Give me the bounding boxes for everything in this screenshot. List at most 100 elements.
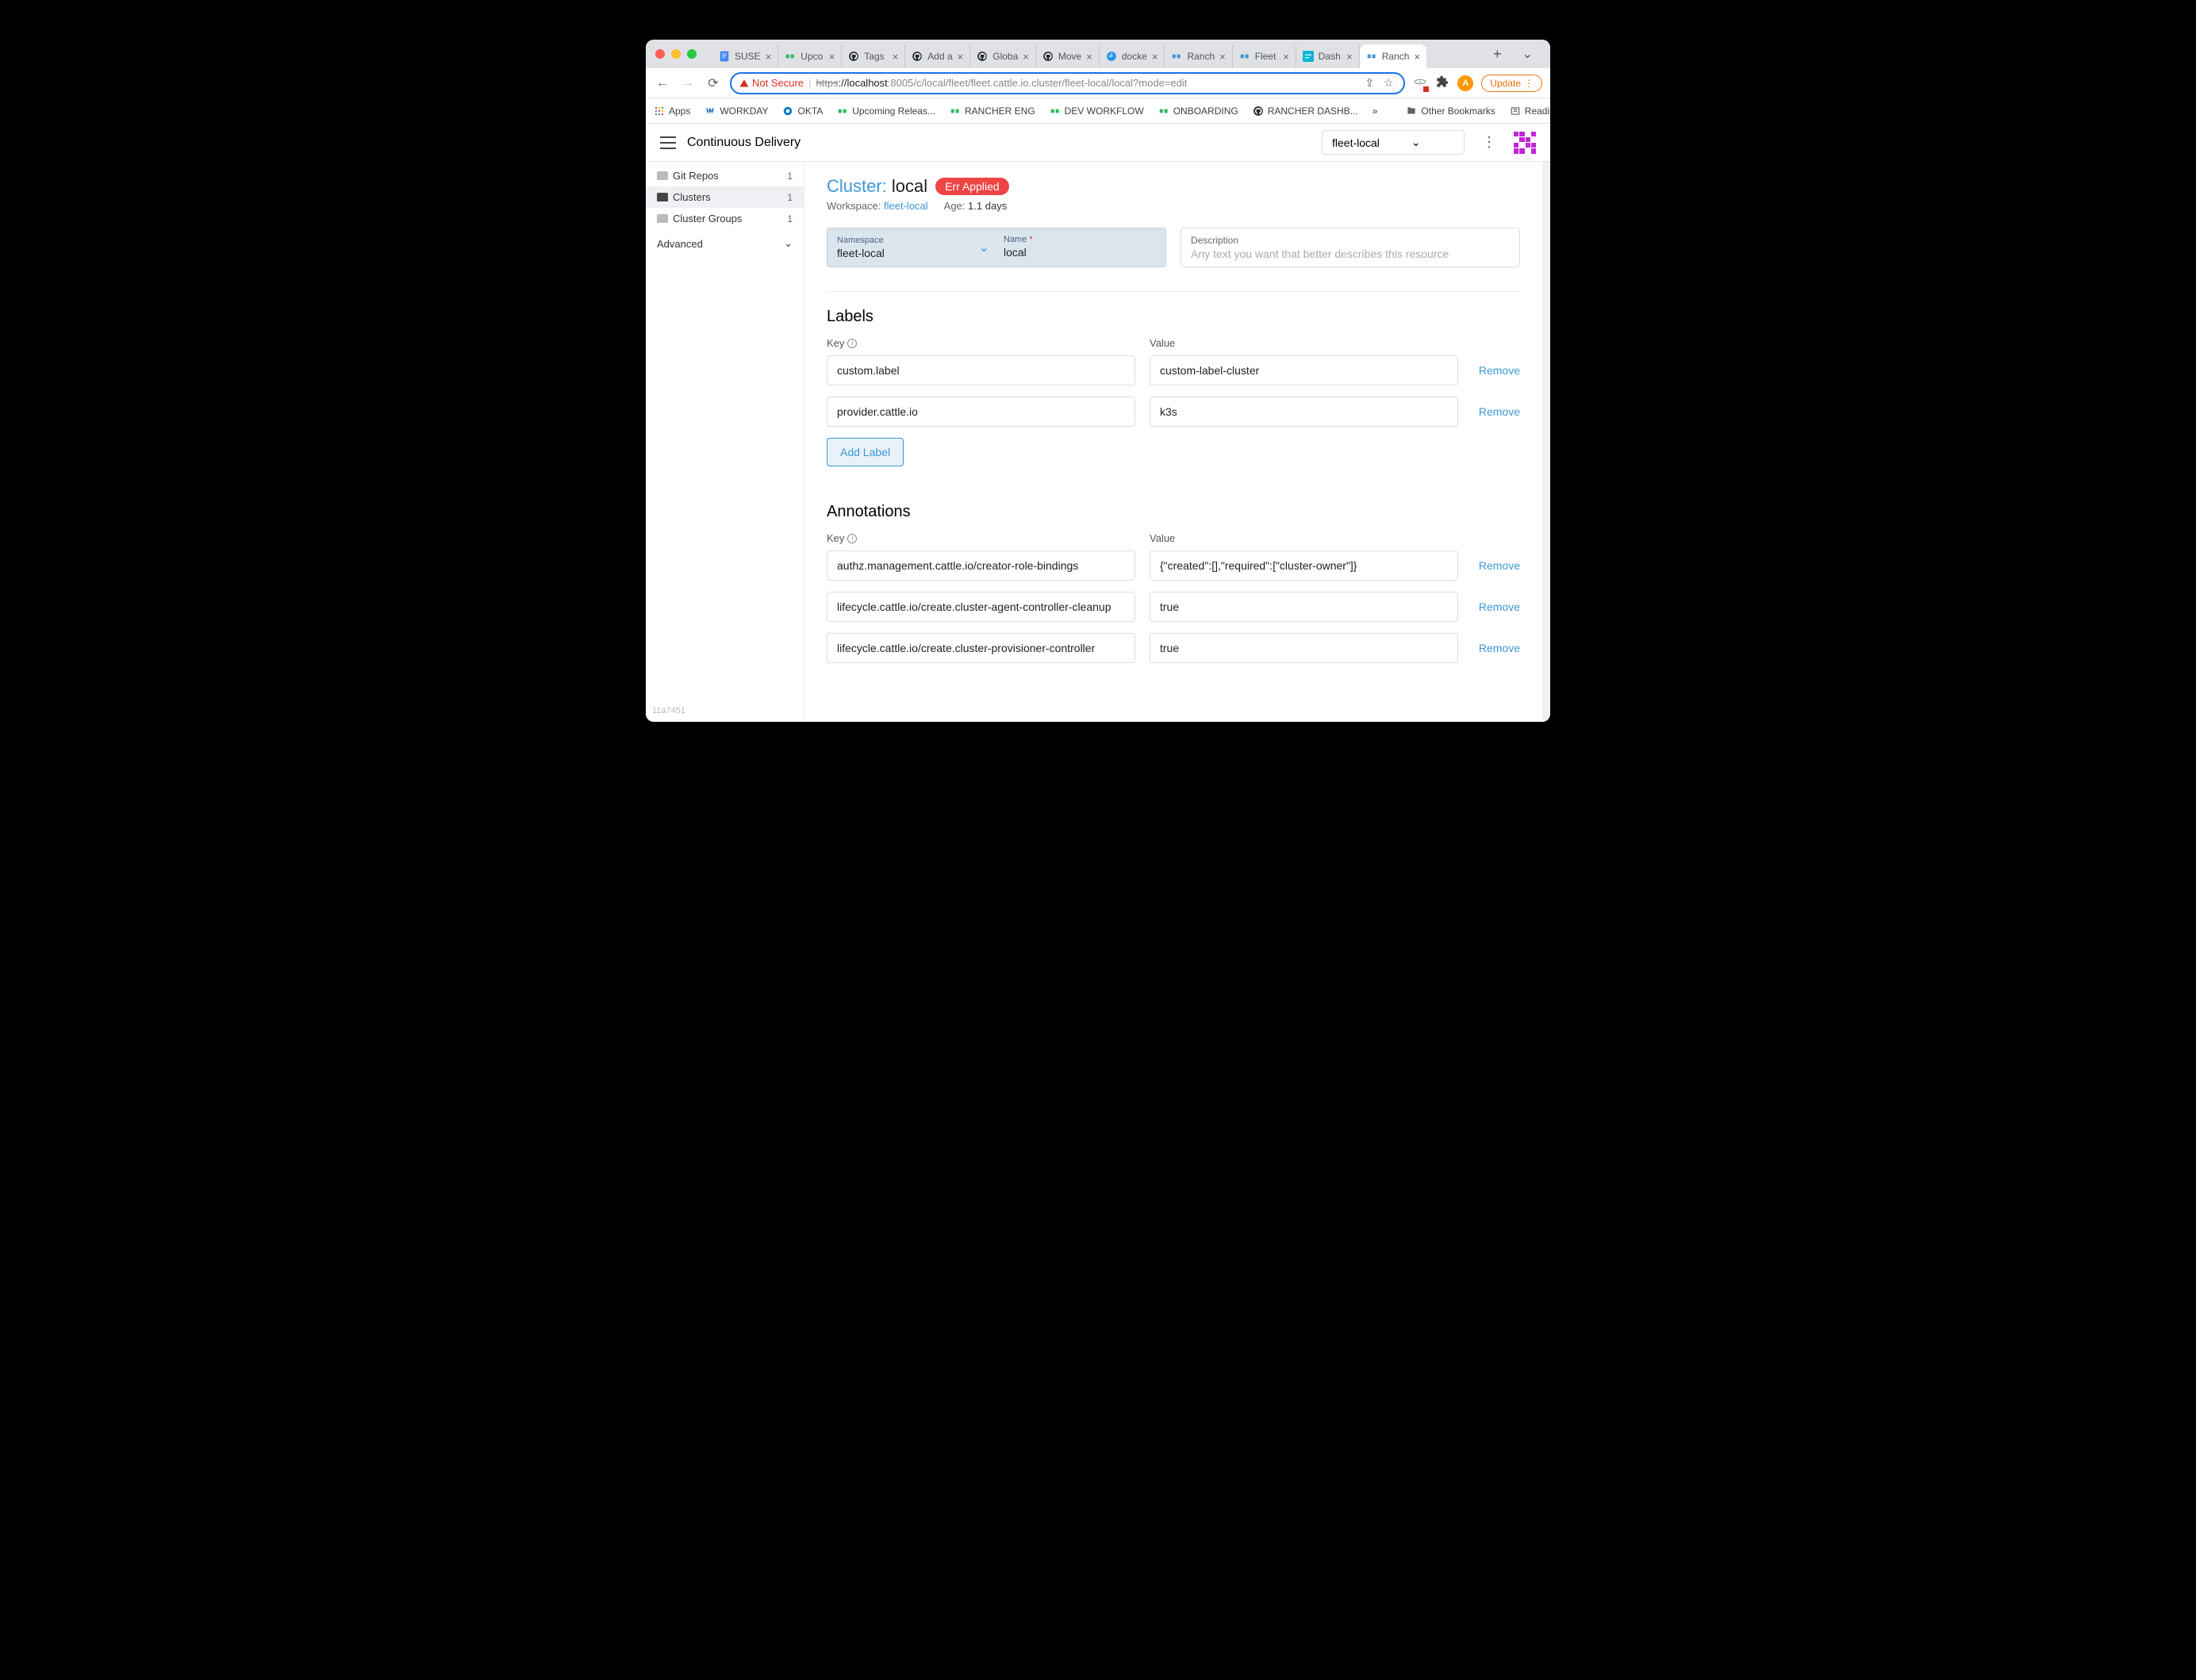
maximize-window-icon[interactable]: [687, 49, 697, 59]
browser-tab[interactable]: Move×: [1036, 44, 1100, 68]
bookmark-label: Apps: [669, 105, 690, 117]
tab-title: Upco: [800, 51, 824, 62]
info-icon[interactable]: i: [847, 339, 857, 348]
remove-button[interactable]: Remove: [1472, 405, 1520, 418]
reload-button[interactable]: ⟳: [704, 75, 722, 91]
hamburger-icon[interactable]: [660, 136, 676, 149]
browser-tab[interactable]: docke×: [1100, 44, 1165, 68]
close-tab-icon[interactable]: ×: [893, 51, 899, 63]
remove-button[interactable]: Remove: [1472, 559, 1520, 572]
bookmarks-overflow[interactable]: »: [1372, 105, 1378, 117]
browser-tab[interactable]: Ranch×: [1165, 44, 1232, 68]
bookmark-item[interactable]: RANCHER DASHB...: [1253, 105, 1358, 117]
key-input[interactable]: [827, 355, 1135, 385]
close-tab-icon[interactable]: ×: [1023, 51, 1029, 63]
bookmark-item[interactable]: Apps: [654, 105, 690, 117]
browser-tab[interactable]: Globa×: [970, 44, 1036, 68]
sidebar-advanced[interactable]: Advanced ⌄: [646, 229, 804, 255]
bookmark-label: RANCHER DASHB...: [1268, 105, 1358, 117]
close-tab-icon[interactable]: ×: [1346, 51, 1353, 63]
add-label-button[interactable]: Add Label: [827, 438, 904, 466]
new-tab-button[interactable]: +: [1487, 46, 1508, 63]
extensions-icon[interactable]: [1435, 75, 1449, 90]
value-input[interactable]: [1150, 550, 1458, 581]
bookmark-item[interactable]: WORKDAY: [704, 105, 768, 117]
namespace-field[interactable]: Namespace fleet-local ⌄: [837, 235, 989, 260]
breadcrumb[interactable]: Cluster:: [827, 176, 887, 196]
header-kebab-menu[interactable]: ⋮: [1476, 134, 1503, 151]
bookmark-item[interactable]: Upcoming Releas...: [837, 105, 935, 117]
form-row-basic: Namespace fleet-local ⌄ Name * local Des…: [827, 228, 1520, 267]
namespace-name-field: Namespace fleet-local ⌄ Name * local: [827, 228, 1166, 267]
browser-tab[interactable]: Fleet ×: [1233, 44, 1296, 68]
namespace-dropdown[interactable]: fleet-local ⌄: [1322, 130, 1465, 155]
tab-title: Fleet: [1255, 51, 1278, 62]
info-icon[interactable]: i: [847, 534, 857, 543]
key-input[interactable]: [827, 397, 1135, 427]
remove-button[interactable]: Remove: [1472, 364, 1520, 377]
sidebar-item[interactable]: Git Repos1: [646, 165, 804, 186]
close-window-icon[interactable]: [655, 49, 665, 59]
build-hash: 11a7451: [652, 706, 685, 715]
browser-tab[interactable]: Tags ×: [842, 44, 905, 68]
close-tab-icon[interactable]: ×: [1283, 51, 1289, 63]
back-button[interactable]: ←: [654, 76, 671, 90]
browser-tab[interactable]: Upco ×: [778, 44, 842, 68]
tabs-overflow-button[interactable]: ⌄: [1515, 46, 1541, 62]
close-tab-icon[interactable]: ×: [766, 51, 772, 63]
scrollbar[interactable]: [1542, 162, 1550, 722]
name-field[interactable]: Name * local: [1004, 235, 1156, 260]
close-tab-icon[interactable]: ×: [1414, 51, 1420, 63]
browser-tab[interactable]: Ranch ×: [1360, 44, 1426, 68]
star-icon[interactable]: ☆: [1381, 76, 1396, 90]
close-tab-icon[interactable]: ×: [1086, 51, 1092, 63]
remove-button[interactable]: Remove: [1472, 600, 1520, 613]
reading-list[interactable]: Reading List: [1510, 105, 1550, 117]
other-bookmarks[interactable]: Other Bookmarks: [1406, 105, 1495, 117]
react-devtools-icon[interactable]: [1413, 75, 1427, 90]
rancher-blue-icon: [1171, 51, 1182, 62]
rancher-green-icon: [950, 105, 961, 117]
value-input[interactable]: [1150, 592, 1458, 622]
close-tab-icon[interactable]: ×: [1152, 51, 1158, 63]
sidebar-item[interactable]: Clusters1: [646, 186, 804, 208]
close-tab-icon[interactable]: ×: [958, 51, 964, 63]
key-input[interactable]: [827, 550, 1135, 581]
profile-avatar[interactable]: A: [1457, 75, 1473, 91]
workday-icon: [704, 105, 716, 117]
close-tab-icon[interactable]: ×: [1219, 51, 1226, 63]
rancher-green-icon: [837, 105, 848, 117]
annotations-headers: Key i Value: [827, 532, 1520, 544]
url-field[interactable]: Not Secure | https://localhost:8005/c/lo…: [730, 72, 1405, 94]
workspace-link[interactable]: fleet-local: [884, 200, 928, 212]
bookmark-item[interactable]: DEV WORKFLOW: [1050, 105, 1144, 117]
brand-logo[interactable]: [1514, 132, 1536, 154]
browser-window: SUSE×Upco×Tags×Add a×Globa×Move×docke×Ra…: [646, 40, 1550, 722]
description-field[interactable]: Description Any text you want that bette…: [1181, 228, 1520, 267]
folder-icon: [657, 193, 668, 201]
key-input[interactable]: [827, 592, 1135, 622]
app-body: Git Repos1Clusters1Cluster Groups1 Advan…: [646, 162, 1550, 722]
browser-tab[interactable]: Add a×: [905, 44, 970, 68]
browser-tab[interactable]: SUSE ×: [712, 44, 778, 68]
minimize-window-icon[interactable]: [671, 49, 681, 59]
key-input[interactable]: [827, 633, 1135, 663]
sidebar-item-count: 1: [787, 192, 793, 203]
tab-title: SUSE: [735, 51, 761, 62]
value-input[interactable]: [1150, 633, 1458, 663]
browser-tab[interactable]: Dash×: [1296, 44, 1360, 68]
value-input[interactable]: [1150, 355, 1458, 385]
close-tab-icon[interactable]: ×: [829, 51, 835, 63]
remove-button[interactable]: Remove: [1472, 642, 1520, 654]
tab-title: Tags: [864, 51, 887, 62]
forward-button[interactable]: →: [679, 76, 697, 90]
github-icon: [977, 51, 988, 62]
bookmark-item[interactable]: OKTA: [782, 105, 823, 117]
bookmark-item[interactable]: ONBOARDING: [1158, 105, 1238, 117]
value-input[interactable]: [1150, 397, 1458, 427]
share-icon[interactable]: ⇪: [1362, 76, 1376, 90]
update-button[interactable]: Update ⋮: [1481, 75, 1542, 92]
bookmark-item[interactable]: RANCHER ENG: [950, 105, 1035, 117]
sidebar-item[interactable]: Cluster Groups1: [646, 208, 804, 229]
tab-title: Ranch: [1382, 51, 1410, 62]
